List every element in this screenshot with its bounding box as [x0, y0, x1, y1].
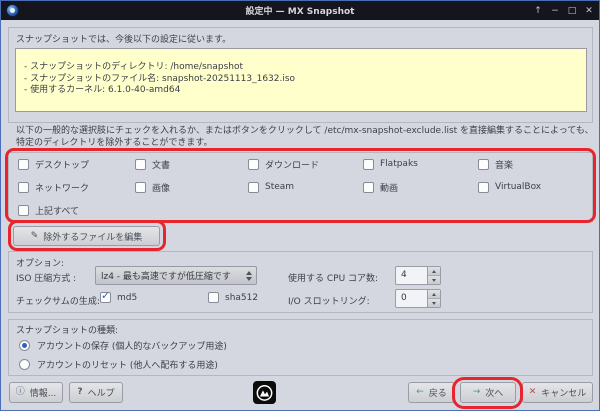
next-button[interactable]: → 次へ — [460, 382, 516, 403]
window-title: 設定中 — MX Snapshot — [245, 7, 355, 17]
checkbox-label: ネットワーク — [35, 183, 90, 194]
cpu-cores-label: 使用する CPU コア数: — [288, 274, 379, 284]
summary-directory: - スナップショットのディレクトリ: /home/snapshot — [24, 62, 244, 72]
checkbox-icon[interactable] — [18, 204, 29, 216]
cancel-x-icon: ✕ — [528, 387, 537, 397]
checkbox-label: 画像 — [152, 183, 171, 194]
checkbox-label: ダウンロード — [265, 160, 320, 171]
summary-kernel: - 使用するカーネル: 6.1.0-40-amd64 — [24, 85, 181, 95]
summary-filename: - スナップショットのファイル名: snapshot-20251113_1632… — [24, 73, 296, 84]
titlebar[interactable]: 設定中 — MX Snapshot ↑ − □ ✕ — [1, 1, 599, 20]
options-title: オプション: — [16, 259, 65, 269]
edit-exclude-file-button[interactable]: ✎ 除外するファイルを編集 — [13, 226, 160, 246]
checkbox-label: デスクトップ — [35, 160, 90, 171]
checkbox-label: Steam — [265, 182, 295, 192]
checkbox-icon[interactable] — [248, 158, 259, 170]
checkbox-icon[interactable] — [208, 292, 219, 303]
exclude-checkbox-documents[interactable]: 文書 — [135, 157, 248, 171]
spin-down-icon[interactable] — [428, 276, 440, 284]
sha512-checkbox[interactable]: sha512 — [208, 292, 258, 303]
mx-linux-logo — [253, 381, 276, 404]
checkbox-label: 音楽 — [495, 160, 514, 171]
exclude-checkbox-downloads[interactable]: ダウンロード — [248, 157, 363, 171]
shade-window-icon[interactable]: ↑ — [533, 6, 543, 16]
snapshot-type-title: スナップショットの種類: — [16, 326, 119, 336]
exclude-checkbox-videos[interactable]: 動画 — [363, 180, 478, 194]
sha512-label: sha512 — [225, 292, 259, 303]
about-button[interactable]: ⓘ 情報... — [9, 382, 63, 403]
exclude-checkbox-pictures[interactable]: 画像 — [135, 180, 248, 194]
edit-exclude-file-label: 除外するファイルを編集 — [43, 232, 143, 243]
radio-preserve-accounts[interactable]: アカウントの保存 (個人的なバックアップ用途) — [19, 339, 227, 352]
mx-snapshot-window: 設定中 — MX Snapshot ↑ − □ ✕ スナップショットでは、今後以… — [0, 0, 600, 411]
spin-down-icon[interactable] — [428, 299, 440, 307]
checkbox-icon[interactable] — [478, 158, 489, 170]
exclude-checkbox-desktop[interactable]: デスクトップ — [18, 157, 135, 171]
radio-reset-accounts[interactable]: アカウントのリセット (他人へ配布する用途) — [19, 358, 218, 371]
about-label: 情報... — [29, 389, 57, 399]
checkbox-label: 上記すべて — [35, 206, 80, 217]
checkbox-label: 文書 — [152, 160, 171, 171]
next-arrow-icon: → — [472, 387, 481, 397]
maximize-icon[interactable]: □ — [567, 6, 577, 16]
io-throttle-label: I/O スロットリング: — [288, 297, 370, 307]
exclude-checkbox-all-above[interactable]: 上記すべて — [18, 203, 135, 217]
radio-selected-icon[interactable] — [19, 340, 30, 351]
exclusion-description: 以下の一般的な選択肢にチェックを入れるか、またはボタンをクリックして /etc/… — [16, 126, 594, 148]
exclusion-checkbox-grid: デスクトップ 文書 ダウンロード Flatpaks 音楽 ネットワーク 画像 S… — [18, 157, 590, 217]
checksum-label: チェックサムの生成: — [16, 297, 100, 307]
radio-label: アカウントのリセット (他人へ配布する用途) — [37, 361, 218, 371]
checkbox-label: 動画 — [380, 183, 399, 194]
back-button[interactable]: ← 戻る — [408, 382, 455, 403]
info-icon: ⓘ — [15, 387, 25, 397]
snapshot-summary-box: - スナップショットのディレクトリ: /home/snapshot - スナップ… — [15, 48, 587, 112]
cpu-cores-value: 4 — [401, 270, 407, 280]
close-icon[interactable]: ✕ — [584, 6, 594, 16]
checkbox-icon[interactable] — [248, 181, 259, 193]
checkbox-icon[interactable] — [18, 181, 29, 193]
iso-compression-label: ISO 圧縮方式 : — [16, 274, 77, 284]
checkbox-icon[interactable] — [135, 158, 146, 170]
back-label: 戻る — [428, 389, 447, 399]
checkbox-label: Flatpaks — [380, 159, 418, 169]
exclude-checkbox-flatpaks[interactable]: Flatpaks — [363, 157, 478, 171]
exclude-checkbox-steam[interactable]: Steam — [248, 180, 363, 194]
help-label: ヘルプ — [87, 389, 115, 399]
exclude-checkbox-networks[interactable]: ネットワーク — [18, 180, 135, 194]
minimize-icon[interactable]: − — [550, 6, 560, 16]
help-button[interactable]: ? ヘルプ — [69, 382, 123, 403]
intro-text: スナップショットでは、今後以下の設定に従います。 — [16, 35, 232, 45]
question-icon: ? — [77, 387, 83, 397]
cancel-button[interactable]: ✕ キャンセル — [522, 382, 593, 403]
checkbox-icon[interactable] — [478, 181, 489, 193]
radio-icon[interactable] — [19, 359, 30, 370]
back-arrow-icon: ← — [416, 387, 424, 397]
exclude-checkbox-virtualbox[interactable]: VirtualBox — [478, 180, 590, 194]
next-label: 次へ — [485, 389, 504, 399]
md5-checkbox[interactable]: ✓ md5 — [100, 289, 138, 303]
cpu-cores-stepper[interactable]: 4 — [395, 266, 441, 285]
io-throttle-value: 0 — [401, 293, 407, 303]
checkbox-icon[interactable] — [363, 158, 374, 170]
checkbox-checked-icon[interactable]: ✓ — [100, 289, 111, 303]
combobox-arrows-icon[interactable] — [241, 267, 256, 284]
radio-label: アカウントの保存 (個人的なバックアップ用途) — [37, 342, 227, 352]
iso-compression-value: lz4 - 最も高速ですが低圧縮です — [101, 272, 231, 282]
spin-up-icon[interactable] — [428, 290, 440, 299]
spin-up-icon[interactable] — [428, 267, 440, 276]
md5-label: md5 — [117, 292, 138, 303]
cancel-label: キャンセル — [541, 389, 587, 399]
checkbox-label: VirtualBox — [495, 182, 542, 192]
exclude-checkbox-music[interactable]: 音楽 — [478, 157, 590, 171]
checkbox-icon[interactable] — [18, 158, 29, 170]
iso-compression-select[interactable]: lz4 - 最も高速ですが低圧縮です — [95, 266, 257, 285]
pencil-icon: ✎ — [30, 230, 39, 241]
checkbox-icon[interactable] — [363, 181, 374, 193]
io-throttle-stepper[interactable]: 0 — [395, 289, 441, 308]
checkbox-icon[interactable] — [135, 181, 146, 193]
